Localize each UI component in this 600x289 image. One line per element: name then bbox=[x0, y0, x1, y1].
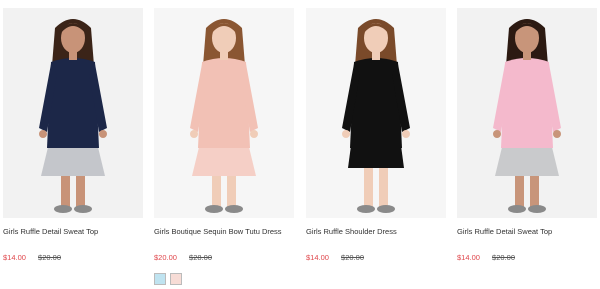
product-prices: $14.00 $20.00 bbox=[457, 253, 515, 262]
original-price: $28.00 bbox=[189, 253, 212, 262]
product-card[interactable]: Girls Boutique Sequin Bow Tutu Dress $20… bbox=[154, 8, 294, 285]
product-image[interactable] bbox=[3, 8, 143, 218]
product-prices: $14.00 $20.00 bbox=[3, 253, 61, 262]
sale-price: $14.00 bbox=[3, 253, 26, 262]
original-price: $20.00 bbox=[492, 253, 515, 262]
product-image[interactable] bbox=[306, 8, 446, 218]
product-card[interactable]: Girls Ruffle Shoulder Dress $14.00 $20.0… bbox=[306, 8, 446, 262]
sale-price: $20.00 bbox=[154, 253, 177, 262]
product-image[interactable] bbox=[457, 8, 597, 218]
model-illustration bbox=[39, 19, 107, 213]
product-card[interactable]: Girls Ruffle Detail Sweat Top $14.00 $20… bbox=[457, 8, 597, 262]
product-name[interactable]: Girls Boutique Sequin Bow Tutu Dress bbox=[154, 227, 304, 236]
color-swatch-light-blue[interactable] bbox=[154, 273, 166, 285]
color-swatch-pink[interactable] bbox=[170, 273, 182, 285]
product-prices: $14.00 $20.00 bbox=[306, 253, 364, 262]
sale-price: $14.00 bbox=[457, 253, 480, 262]
product-name[interactable]: Girls Ruffle Detail Sweat Top bbox=[3, 227, 153, 236]
product-card[interactable]: Girls Ruffle Detail Sweat Top $14.00 $20… bbox=[3, 8, 143, 262]
model-illustration bbox=[493, 19, 561, 213]
original-price: $20.00 bbox=[341, 253, 364, 262]
model-illustration bbox=[342, 19, 410, 213]
product-name[interactable]: Girls Ruffle Shoulder Dress bbox=[306, 227, 456, 236]
sale-price: $14.00 bbox=[306, 253, 329, 262]
product-grid: Girls Ruffle Detail Sweat Top $14.00 $20… bbox=[0, 0, 600, 289]
product-prices: $20.00 $28.00 bbox=[154, 253, 212, 262]
original-price: $20.00 bbox=[38, 253, 61, 262]
product-name[interactable]: Girls Ruffle Detail Sweat Top bbox=[457, 227, 600, 236]
model-illustration bbox=[190, 19, 258, 213]
product-image[interactable] bbox=[154, 8, 294, 218]
color-swatches bbox=[154, 273, 182, 285]
